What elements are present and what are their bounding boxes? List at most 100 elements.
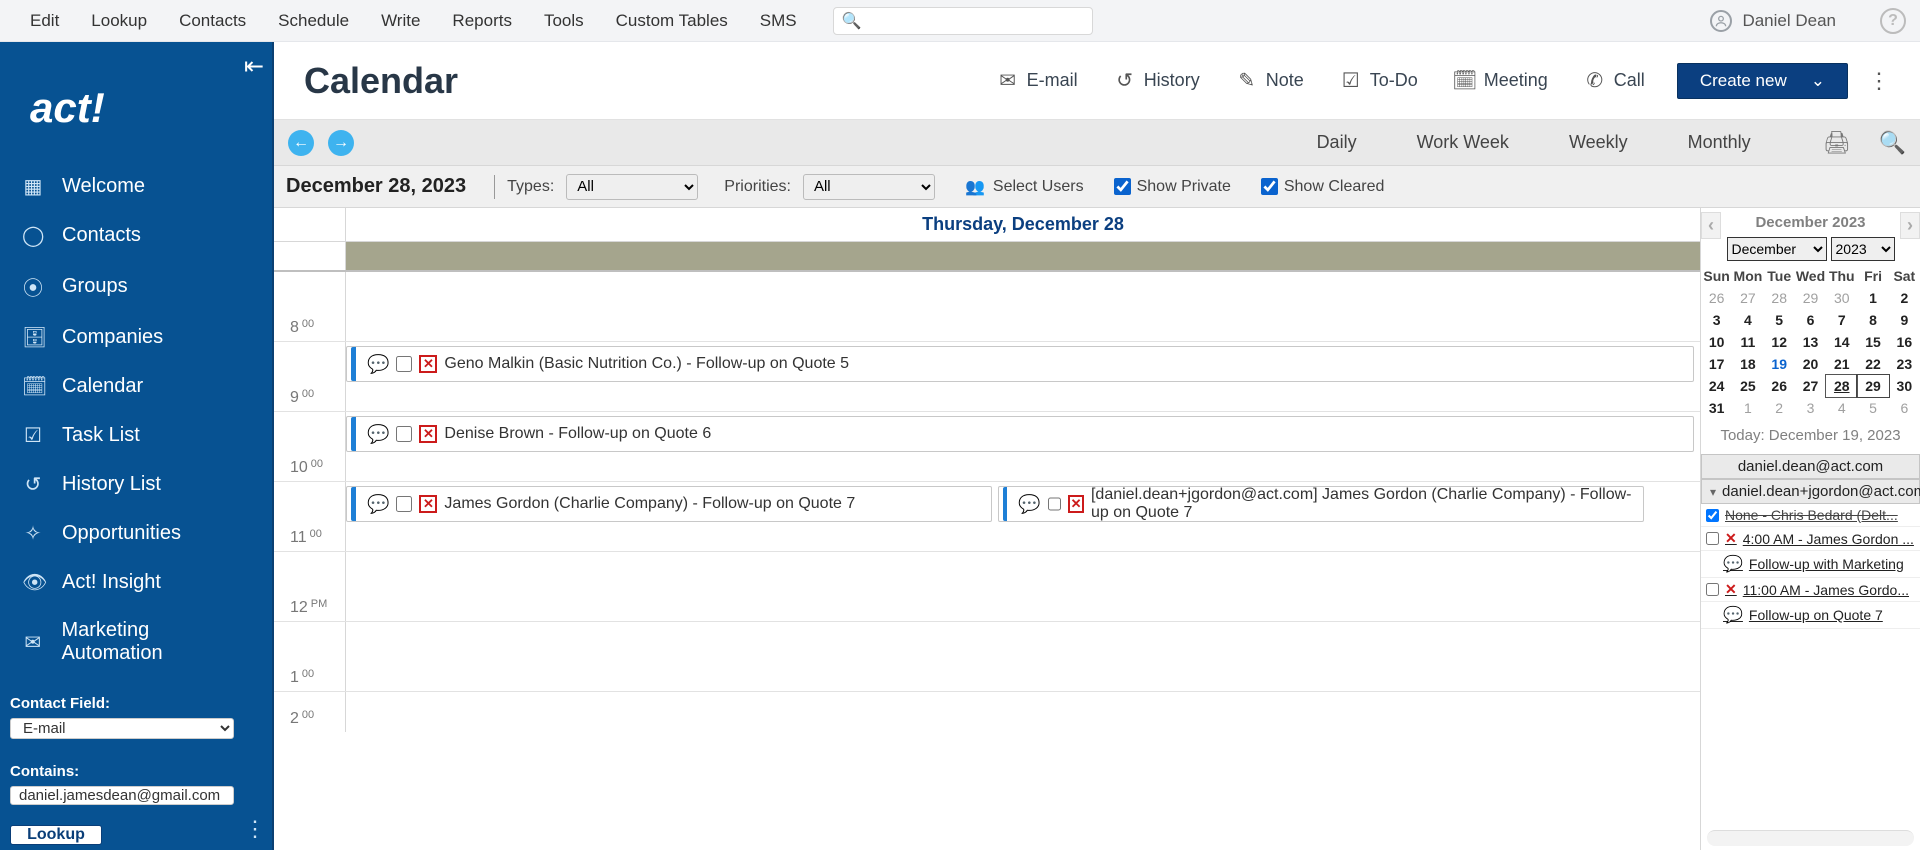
mini-cal-day[interactable]: 23 xyxy=(1889,353,1920,375)
mini-cal-day[interactable]: 4 xyxy=(1732,309,1763,331)
mini-cal-day[interactable]: 22 xyxy=(1857,353,1888,375)
mini-cal-day[interactable]: 1 xyxy=(1857,287,1888,309)
mini-cal-day[interactable]: 7 xyxy=(1826,309,1857,331)
mini-cal-day[interactable]: 16 xyxy=(1889,331,1920,353)
mini-cal-day[interactable]: 30 xyxy=(1889,375,1920,397)
delete-icon[interactable]: ✕ xyxy=(419,425,437,443)
help-icon[interactable]: ? xyxy=(1880,8,1906,34)
search-calendar-icon[interactable]: 🔍 xyxy=(1879,130,1906,156)
mini-cal-day[interactable]: 29 xyxy=(1857,375,1888,397)
mini-cal-day[interactable]: 13 xyxy=(1795,331,1826,353)
sidebar-item-marketing-automation[interactable]: ✉Marketing Automation xyxy=(0,607,272,677)
action-call[interactable]: ✆Call xyxy=(1584,70,1645,92)
tab-daily[interactable]: Daily xyxy=(1309,126,1365,159)
menu-contacts[interactable]: Contacts xyxy=(163,7,262,35)
sidebar-item-groups[interactable]: ⦿Groups xyxy=(0,260,272,313)
mini-cal-day[interactable]: 14 xyxy=(1826,331,1857,353)
task-checkbox[interactable] xyxy=(1706,509,1719,522)
priorities-select[interactable]: All xyxy=(803,174,935,200)
sidebar-item-contacts[interactable]: ◯Contacts xyxy=(0,211,272,260)
contact-field-select[interactable]: E-mail xyxy=(10,718,234,739)
mini-cal-day[interactable]: 10 xyxy=(1701,331,1732,353)
mini-cal-day[interactable]: 5 xyxy=(1857,397,1888,419)
tab-weekly[interactable]: Weekly xyxy=(1561,126,1636,159)
calendar-event[interactable]: 💬 ✕ James Gordon (Charlie Company) - Fol… xyxy=(346,486,992,522)
mini-cal-day[interactable]: 30 xyxy=(1826,287,1857,309)
task-item[interactable]: None - Chris Bedard (Delt... xyxy=(1701,504,1920,527)
action-meeting[interactable]: 🗓Meeting xyxy=(1454,70,1548,92)
mini-calendar[interactable]: SunMonTueWedThuFriSat 262728293012345678… xyxy=(1701,265,1920,419)
mini-cal-day[interactable]: 3 xyxy=(1701,309,1732,331)
tab-work-week[interactable]: Work Week xyxy=(1409,126,1517,159)
sidebar-item-history-list[interactable]: ↺History List xyxy=(0,460,272,509)
event-checkbox[interactable] xyxy=(1048,496,1062,512)
mini-cal-day[interactable]: 8 xyxy=(1857,309,1888,331)
tab-monthly[interactable]: Monthly xyxy=(1680,126,1759,159)
mini-cal-day[interactable]: 25 xyxy=(1732,375,1763,397)
action-todo[interactable]: ☑To-Do xyxy=(1340,70,1418,92)
create-new-button[interactable]: Create new ⌄ xyxy=(1677,63,1848,99)
sidebar-item-welcome[interactable]: ▦Welcome xyxy=(0,162,272,211)
mini-cal-day[interactable]: 3 xyxy=(1795,397,1826,419)
mini-cal-day[interactable]: 2 xyxy=(1764,397,1795,419)
time-slot[interactable]: 800 xyxy=(274,272,1700,342)
menu-write[interactable]: Write xyxy=(365,7,436,35)
mini-cal-day[interactable]: 20 xyxy=(1795,353,1826,375)
mini-cal-year-select[interactable]: 2023 xyxy=(1831,237,1895,261)
mini-cal-day[interactable]: 21 xyxy=(1826,353,1857,375)
contains-input[interactable] xyxy=(10,786,234,805)
current-user[interactable]: Daniel Dean xyxy=(1710,10,1836,32)
event-checkbox[interactable] xyxy=(396,496,412,512)
mini-cal-day[interactable]: 29 xyxy=(1795,287,1826,309)
sidebar-item-companies[interactable]: 🗄Companies xyxy=(0,313,272,362)
task-item[interactable]: 💬Follow-up on Quote 7 xyxy=(1701,602,1920,629)
menu-edit[interactable]: Edit xyxy=(14,7,75,35)
calendar-prev-button[interactable]: ← xyxy=(288,130,314,156)
time-slot[interactable]: 12PM xyxy=(274,552,1700,622)
calendar-event[interactable]: 💬 ✕ [daniel.dean+jgordon@act.com] James … xyxy=(998,486,1644,522)
menu-schedule[interactable]: Schedule xyxy=(262,7,365,35)
mini-cal-day[interactable]: 24 xyxy=(1701,375,1732,397)
mini-cal-day[interactable]: 18 xyxy=(1732,353,1763,375)
menu-custom-tables[interactable]: Custom Tables xyxy=(600,7,744,35)
task-item[interactable]: ✕4:00 AM - James Gordon ... xyxy=(1701,527,1920,551)
allday-band[interactable] xyxy=(346,242,1700,270)
calendar-event[interactable]: 💬 ✕ Denise Brown - Follow-up on Quote 6 xyxy=(346,416,1694,452)
calendar-event[interactable]: 💬 ✕ Geno Malkin (Basic Nutrition Co.) - … xyxy=(346,346,1694,382)
sidebar-overflow-icon[interactable]: ⋮ xyxy=(244,816,266,842)
global-search-input[interactable] xyxy=(868,12,1084,29)
mini-cal-day[interactable]: 1 xyxy=(1732,397,1763,419)
sidebar-item-calendar[interactable]: 🗓Calendar xyxy=(0,362,272,411)
mini-cal-day[interactable]: 27 xyxy=(1795,375,1826,397)
time-slot[interactable]: 200 xyxy=(274,692,1700,732)
sidebar-item-task-list[interactable]: ☑Task List xyxy=(0,411,272,460)
mini-cal-day[interactable]: 19 xyxy=(1764,353,1795,375)
mini-cal-day[interactable]: 17 xyxy=(1701,353,1732,375)
mini-cal-day[interactable]: 11 xyxy=(1732,331,1763,353)
mini-cal-day[interactable]: 26 xyxy=(1764,375,1795,397)
mini-cal-day[interactable]: 28 xyxy=(1826,375,1857,397)
action-history[interactable]: ↺History xyxy=(1114,70,1200,92)
mini-cal-day[interactable]: 31 xyxy=(1701,397,1732,419)
task-checkbox[interactable] xyxy=(1706,583,1719,596)
menu-reports[interactable]: Reports xyxy=(436,7,528,35)
calendar-next-button[interactable]: → xyxy=(328,130,354,156)
menu-tools[interactable]: Tools xyxy=(528,7,600,35)
menu-sms[interactable]: SMS xyxy=(744,7,813,35)
mini-cal-day[interactable]: 26 xyxy=(1701,287,1732,309)
lookup-button[interactable]: Lookup xyxy=(10,825,102,845)
mini-cal-day[interactable]: 6 xyxy=(1795,309,1826,331)
action-email[interactable]: ✉E-mail xyxy=(997,70,1078,92)
mini-cal-day[interactable]: 12 xyxy=(1764,331,1795,353)
mini-cal-day[interactable]: 5 xyxy=(1764,309,1795,331)
today-link[interactable]: Today: December 19, 2023 xyxy=(1701,419,1920,454)
select-users-button[interactable]: 👥 Select Users xyxy=(965,177,1084,197)
event-checkbox[interactable] xyxy=(396,426,412,442)
sidebar-item-insight[interactable]: 👁Act! Insight xyxy=(0,558,272,607)
mini-cal-day[interactable]: 6 xyxy=(1889,397,1920,419)
task-item[interactable]: ✕11:00 AM - James Gordo... xyxy=(1701,578,1920,602)
show-cleared-checkbox[interactable]: Show Cleared xyxy=(1261,178,1385,196)
show-private-checkbox[interactable]: Show Private xyxy=(1114,178,1231,196)
time-slot[interactable]: 1000 💬 ✕ Denise Brown - Follow-up on Quo… xyxy=(274,412,1700,482)
mini-cal-prev-icon[interactable]: ‹ xyxy=(1701,212,1721,239)
